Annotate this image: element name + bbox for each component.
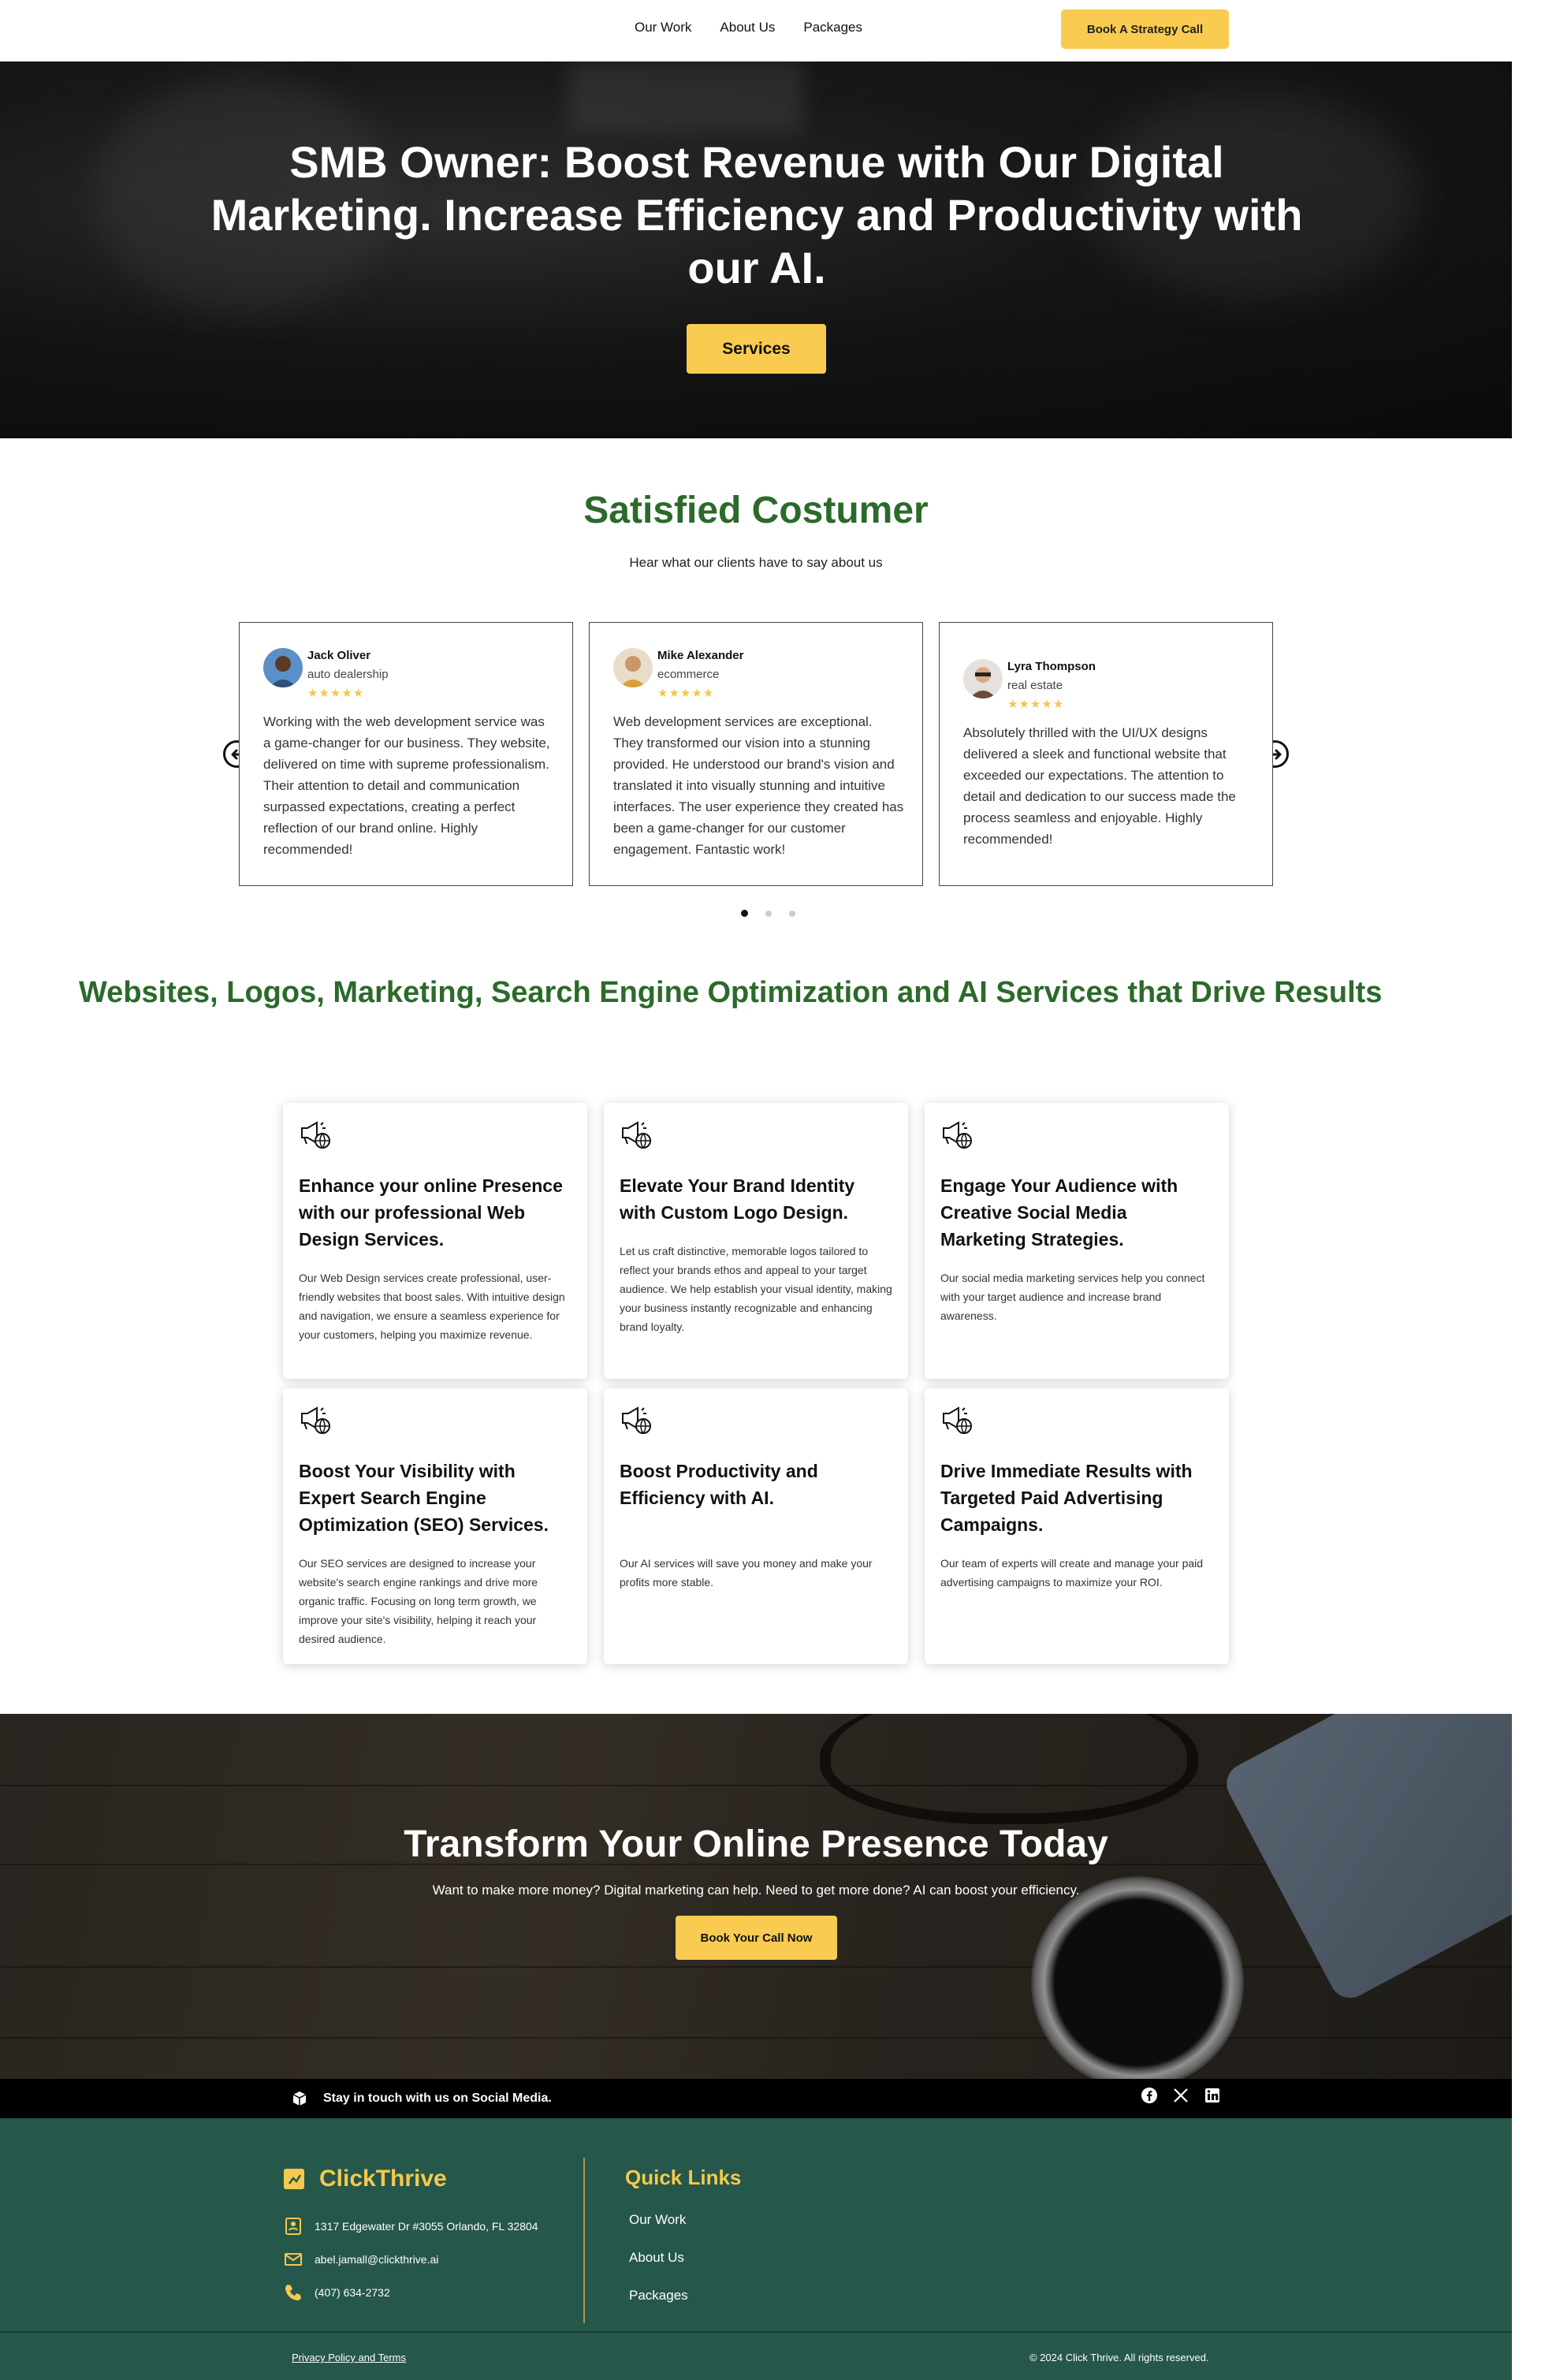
hero-section: SMB Owner: Boost Revenue with Our Digita…	[0, 61, 1512, 438]
book-your-call-button[interactable]: Book Your Call Now	[676, 1916, 837, 1960]
service-title: Boost Your Visibility with Expert Search…	[299, 1461, 549, 1535]
privacy-link[interactable]: Privacy Policy and Terms	[292, 2352, 406, 2363]
service-card: Engage Your Audience with Creative Socia…	[925, 1103, 1229, 1379]
social-label: Stay in touch with us on Social Media.	[323, 2091, 552, 2105]
social-bar: Stay in touch with us on Social Media.	[0, 2079, 1512, 2118]
reviewer-role: auto dealership	[307, 668, 389, 681]
reviewer-role: real estate	[1007, 679, 1063, 692]
main-nav: Our Work About Us Packages	[635, 17, 862, 38]
footer-email: abel.jamall@clickthrive.ai	[283, 2249, 438, 2270]
avatar	[263, 648, 303, 687]
services-title: Websites, Logos, Marketing, Search Engin…	[79, 976, 1383, 1009]
megaphone-globe-icon	[943, 1121, 972, 1149]
footer-brand: ClickThrive	[283, 2166, 447, 2192]
address-card-icon	[285, 2218, 301, 2235]
quick-link-our-work[interactable]: Our Work	[629, 2212, 686, 2228]
cube-icon	[292, 2091, 307, 2106]
review-text: Working with the web development service…	[263, 714, 550, 857]
email-text[interactable]: abel.jamall@clickthrive.ai	[315, 2253, 438, 2266]
footer-address: 1317 Edgewater Dr #3055 Orlando, FL 3280…	[283, 2216, 538, 2237]
megaphone-globe-icon	[301, 1121, 330, 1149]
megaphone-globe-icon	[301, 1406, 330, 1434]
quick-link-about-us[interactable]: About Us	[629, 2250, 684, 2266]
service-description: Our team of experts will create and mana…	[940, 1557, 1204, 1589]
transform-cta-section: Transform Your Online Presence Today Wan…	[0, 1714, 1512, 2079]
service-card: Drive Immediate Results with Targeted Pa…	[925, 1388, 1229, 1664]
rating-stars: ★★★★★	[307, 687, 365, 700]
carousel-dot[interactable]	[765, 910, 772, 917]
nav-our-work[interactable]: Our Work	[635, 17, 691, 38]
quick-link-packages[interactable]: Packages	[629, 2288, 688, 2304]
testimonials-subtitle: Hear what our clients have to say about …	[629, 555, 883, 570]
nav-about-us[interactable]: About Us	[720, 17, 775, 38]
carousel-pagination	[741, 910, 795, 917]
avatar	[613, 648, 653, 687]
service-title: Engage Your Audience with Creative Socia…	[940, 1175, 1178, 1250]
address-text: 1317 Edgewater Dr #3055 Orlando, FL 3280…	[315, 2220, 538, 2233]
hero-title: SMB Owner: Boost Revenue with Our Digita…	[210, 137, 1303, 292]
service-description: Our AI services will save you money and …	[620, 1557, 873, 1589]
book-strategy-call-button[interactable]: Book A Strategy Call	[1061, 9, 1229, 49]
facebook-icon[interactable]	[1141, 2087, 1158, 2104]
service-title: Drive Immediate Results with Targeted Pa…	[940, 1461, 1193, 1535]
site-footer: ClickThrive 1317 Edgewater Dr #3055 Orla…	[0, 2118, 1512, 2331]
service-card: Boost Your Visibility with Expert Search…	[283, 1388, 587, 1664]
service-card: Boost Productivity and Efficiency with A…	[604, 1388, 908, 1664]
testimonial-card: Jack Oliver auto dealership ★★★★★ Workin…	[239, 622, 573, 886]
review-text: Absolutely thrilled with the UI/UX desig…	[963, 725, 1236, 847]
brand-name: ClickThrive	[319, 2166, 447, 2192]
services-button[interactable]: Services	[687, 324, 826, 374]
testimonial-card: Lyra Thompson real estate ★★★★★ Absolute…	[939, 622, 1273, 886]
footer-phone: (407) 634-2732	[283, 2282, 390, 2303]
service-title: Elevate Your Brand Identity with Custom …	[620, 1175, 855, 1223]
copyright-text: © 2024 Click Thrive. All rights reserved…	[1029, 2352, 1209, 2363]
linkedin-icon[interactable]	[1204, 2087, 1221, 2104]
x-icon[interactable]	[1172, 2087, 1189, 2104]
quick-links-title: Quick Links	[625, 2166, 742, 2189]
service-card: Enhance your online Presence with our pr…	[283, 1103, 587, 1379]
service-description: Our social media marketing services help…	[940, 1272, 1205, 1322]
service-title: Boost Productivity and Efficiency with A…	[620, 1461, 818, 1508]
megaphone-globe-icon	[943, 1406, 972, 1434]
reviewer-name: Lyra Thompson	[1007, 660, 1096, 673]
cta-subtitle: Want to make more money? Digital marketi…	[432, 1883, 1080, 1898]
carousel-dot[interactable]	[789, 910, 795, 917]
rating-stars: ★★★★★	[657, 687, 715, 700]
phone-icon	[285, 2285, 301, 2300]
testimonial-card: Mike Alexander ecommerce ★★★★★ Web devel…	[589, 622, 923, 886]
nav-packages[interactable]: Packages	[803, 17, 862, 38]
avatar	[963, 659, 1003, 698]
reviewer-role: ecommerce	[657, 668, 720, 681]
site-header: Our Work About Us Packages Book A Strate…	[0, 0, 1545, 61]
footer-divider	[583, 2158, 585, 2323]
megaphone-globe-icon	[622, 1121, 651, 1149]
review-text: Web development services are exceptional…	[613, 714, 904, 857]
phone-text[interactable]: (407) 634-2732	[315, 2286, 390, 2299]
cta-title: Transform Your Online Presence Today	[404, 1823, 1108, 1865]
service-card: Elevate Your Brand Identity with Custom …	[604, 1103, 908, 1379]
rating-stars: ★★★★★	[1007, 698, 1065, 711]
testimonials-title: Satisfied Costumer	[583, 490, 929, 531]
footer-bottom-bar: Privacy Policy and Terms © 2024 Click Th…	[0, 2331, 1512, 2380]
reviewer-name: Jack Oliver	[307, 649, 371, 662]
email-icon	[285, 2253, 302, 2266]
reviewer-name: Mike Alexander	[657, 649, 744, 662]
service-description: Our SEO services are designed to increas…	[299, 1557, 538, 1645]
clickthrive-logo-icon	[284, 2169, 304, 2189]
service-title: Enhance your online Presence with our pr…	[299, 1175, 563, 1250]
service-description: Let us craft distinctive, memorable logo…	[620, 1245, 892, 1333]
carousel-dot[interactable]	[741, 910, 748, 917]
megaphone-globe-icon	[622, 1406, 651, 1434]
service-description: Our Web Design services create professio…	[299, 1272, 565, 1341]
